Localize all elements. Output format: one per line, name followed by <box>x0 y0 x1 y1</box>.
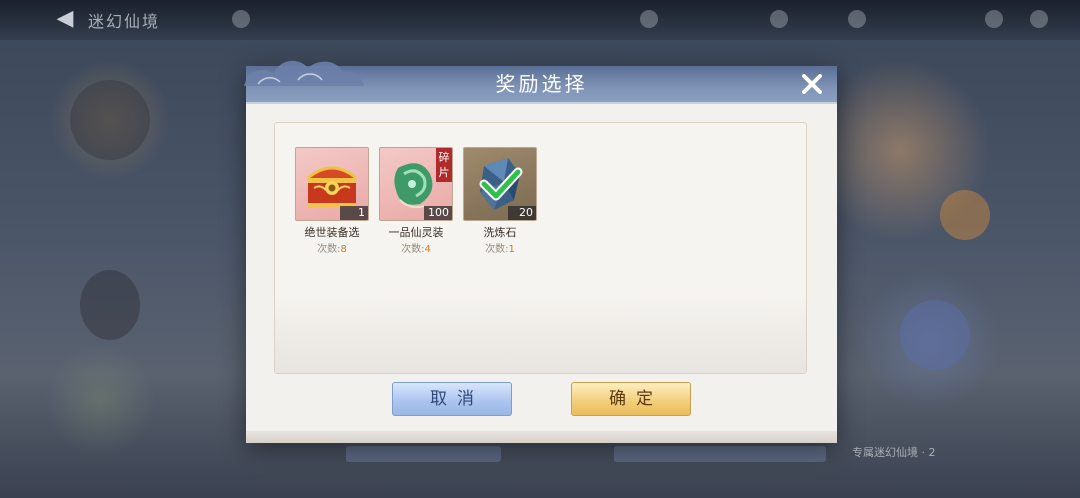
settings-icon[interactable] <box>232 10 250 28</box>
currency-icon <box>848 10 866 28</box>
lantern-icon[interactable] <box>940 190 990 240</box>
mist-decoration <box>275 293 806 373</box>
scene-bar <box>346 446 501 462</box>
top-bar: ◀ 迷幻仙境 <box>0 0 1080 40</box>
back-arrow-icon[interactable]: ◀ <box>52 6 78 32</box>
reward-item[interactable]: 20 洗炼石 次数:1 <box>463 147 537 255</box>
item-quantity: 20 <box>508 206 536 220</box>
item-frame[interactable]: 20 <box>463 147 537 221</box>
character-portrait[interactable] <box>80 270 140 340</box>
mail-icon[interactable] <box>985 10 1003 28</box>
item-count: 次数:4 <box>401 244 431 255</box>
currency-icon <box>640 10 658 28</box>
reward-item[interactable]: 碎片 100 一品仙灵装 次数:4 <box>379 147 453 255</box>
item-name: 洗炼石 <box>483 226 517 239</box>
scene-bar <box>614 446 826 462</box>
item-count: 次数:1 <box>485 244 515 255</box>
cancel-button[interactable]: 取消 <box>392 382 512 416</box>
item-quantity: 100 <box>424 206 452 220</box>
item-name: 一品仙灵装 <box>388 226 444 239</box>
item-quantity: 1 <box>340 206 368 220</box>
character-portrait[interactable] <box>70 80 150 160</box>
menu-icon[interactable] <box>1030 10 1048 28</box>
item-count: 次数:8 <box>317 244 347 255</box>
dialog-title: 奖励选择 <box>495 72 588 96</box>
confirm-button[interactable]: 确定 <box>571 382 691 416</box>
item-frame[interactable]: 碎片 100 <box>379 147 453 221</box>
stage-label: 迷幻仙境 <box>88 12 161 31</box>
close-icon[interactable] <box>797 69 827 99</box>
reward-item[interactable]: 1 绝世装备选 次数:8 <box>295 147 369 255</box>
reward-list-panel: 1 绝世装备选 次数:8 碎片 100 一品仙灵装 次数:4 20 洗炼石 次数… <box>274 122 807 374</box>
bottom-hint: 专属迷幻仙境 · 2 <box>852 446 936 459</box>
reward-selection-dialog: 奖励选择 1 绝世装备选 次数:8 碎片 100 一品仙灵装 次数:4 20 洗… <box>244 60 837 443</box>
item-frame[interactable]: 1 <box>295 147 369 221</box>
portal-icon[interactable] <box>900 300 970 370</box>
item-name: 绝世装备选 <box>304 226 360 239</box>
fragment-badge: 碎片 <box>436 148 452 182</box>
reward-items: 1 绝世装备选 次数:8 碎片 100 一品仙灵装 次数:4 20 洗炼石 次数… <box>295 147 537 255</box>
dialog-footer <box>246 431 837 443</box>
currency-icon <box>770 10 788 28</box>
